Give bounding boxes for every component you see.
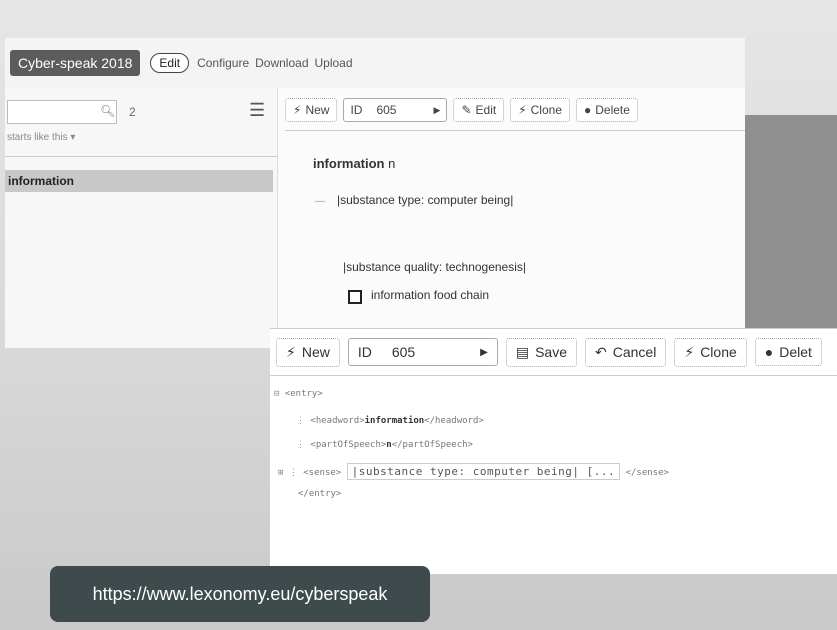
url-banner: https://www.lexonomy.eu/cyberspeak xyxy=(50,566,430,622)
sense-line: |substance type: computer being| xyxy=(337,193,514,207)
xml-tag: <headword> xyxy=(310,416,365,426)
clone-button[interactable]: ⚡︎ Clone xyxy=(510,98,570,122)
new-icon: ⚡︎ xyxy=(293,103,302,117)
configure-link[interactable]: Configure xyxy=(197,56,249,70)
top-navigation: Cyber-speak 2018 Edit Configure Download… xyxy=(5,38,745,88)
xml-tag: </entry> xyxy=(298,489,342,499)
edit-label: Edit xyxy=(475,103,497,117)
delete-icon: ● xyxy=(584,103,592,117)
edit-button[interactable]: ✎ Edit xyxy=(453,98,505,122)
new-label: New xyxy=(305,103,330,117)
sense-line: |substance quality: technogenesis| xyxy=(343,260,527,274)
toolbar-divider xyxy=(270,375,837,376)
xml-editor-panel: ⚡︎ New ID 605 ▶ ▤ Save ↶ Cancel ⚡︎ Clone ● De… xyxy=(270,328,837,574)
sense-line: information food chain xyxy=(371,288,490,302)
headword: information xyxy=(313,156,385,171)
xml-tag: <sense> xyxy=(303,468,342,478)
starts-like-dropdown[interactable]: starts like this ▾ xyxy=(7,132,75,143)
cancel-button[interactable]: ↶ Cancel xyxy=(585,337,667,367)
upload-link[interactable]: Upload xyxy=(315,56,353,70)
xml-tag: </partOfSpeech> xyxy=(391,440,473,450)
search-icon[interactable]: 🔍︎ xyxy=(100,104,115,118)
part-of-speech: n xyxy=(388,156,396,171)
clone-button[interactable]: ⚡︎ Clone xyxy=(674,337,747,367)
xml-entry-open[interactable]: ⊟ <entry> xyxy=(274,389,323,399)
headword-line: information n xyxy=(313,156,513,171)
delete-icon: ● xyxy=(764,344,774,360)
id-value: 605 xyxy=(376,103,397,117)
xml-tag: </headword> xyxy=(424,416,484,426)
cancel-icon: ↶ xyxy=(595,343,607,360)
id-value: 605 xyxy=(391,344,416,360)
go-arrow-icon[interactable]: ▶ xyxy=(434,105,441,116)
xml-pos-line[interactable]: ⋮ <partOfSpeech>n</partOfSpeech> xyxy=(296,440,473,450)
delete-label: Delet xyxy=(779,344,812,360)
entry-view-toolbar: ⚡︎ New ID 605 ▶ ✎ Edit ⚡︎ Clone ● Delete xyxy=(285,94,735,126)
xml-entry-close: </entry> xyxy=(298,489,341,499)
list-item[interactable]: information xyxy=(5,170,273,192)
xml-tag: </sense> xyxy=(625,468,669,478)
id-input[interactable]: ID 605 ▶ xyxy=(347,338,498,366)
entry-edit-toolbar: ⚡︎ New ID 605 ▶ ▤ Save ↶ Cancel ⚡︎ Clone ● De… xyxy=(270,329,837,375)
sense-bullet-icon: — xyxy=(315,196,325,207)
drag-handle-icon[interactable]: ⋮ xyxy=(289,468,298,478)
save-label: Save xyxy=(535,344,568,360)
xml-value[interactable]: information xyxy=(365,416,425,426)
clone-label: Clone xyxy=(700,344,737,360)
collapse-icon[interactable]: ⊟ xyxy=(274,389,279,399)
expand-icon[interactable]: ⊞ xyxy=(278,468,283,478)
drag-handle-icon[interactable]: ⋮ xyxy=(296,440,305,450)
delete-button[interactable]: ● Delet xyxy=(754,338,822,366)
clone-label: Clone xyxy=(530,103,562,117)
url-text: https://www.lexonomy.eu/cyberspeak xyxy=(92,583,388,604)
id-input[interactable]: ID 605 ▶ xyxy=(343,98,448,122)
xml-headword-line[interactable]: ⋮ <headword>information</headword> xyxy=(296,416,484,426)
xml-tag: <entry> xyxy=(284,389,323,399)
dictionary-title[interactable]: Cyber-speak 2018 xyxy=(10,50,141,76)
edit-tab[interactable]: Edit xyxy=(150,53,190,73)
new-label: New xyxy=(301,344,330,360)
square-icon xyxy=(348,290,362,304)
sidebar-divider xyxy=(5,156,277,157)
new-icon: ⚡︎ xyxy=(286,343,296,360)
new-button[interactable]: ⚡︎ New xyxy=(285,98,338,122)
starts-like-label: starts like this xyxy=(7,132,68,143)
save-button[interactable]: ▤ Save xyxy=(505,337,578,367)
lexonomy-window: Cyber-speak 2018 Edit Configure Download… xyxy=(5,38,745,348)
xml-sense-line[interactable]: ⊞ ⋮ <sense> |substance type: computer be… xyxy=(278,463,669,480)
entry-list-sidebar: 🔍︎ 2 ☰ starts like this ▾ information xyxy=(5,88,278,348)
clone-icon: ⚡︎ xyxy=(518,103,527,117)
result-count: 2 xyxy=(129,105,136,119)
save-icon: ▤ xyxy=(515,343,530,360)
clone-icon: ⚡︎ xyxy=(684,343,695,360)
xml-tag: <partOfSpeech> xyxy=(310,440,387,450)
sense-value-field[interactable]: |substance type: computer being| [... xyxy=(346,463,621,480)
search-input[interactable]: 🔍︎ xyxy=(7,100,117,124)
id-label: ID xyxy=(357,344,372,360)
list-view-icon[interactable]: ☰ xyxy=(249,100,265,121)
delete-button[interactable]: ● Delete xyxy=(576,98,638,122)
pencil-icon: ✎ xyxy=(461,103,472,117)
id-label: ID xyxy=(350,103,363,117)
download-link[interactable]: Download xyxy=(255,56,308,70)
drag-handle-icon[interactable]: ⋮ xyxy=(296,416,305,426)
new-button[interactable]: ⚡︎ New xyxy=(276,337,340,367)
delete-label: Delete xyxy=(595,103,630,117)
toolbar-divider xyxy=(285,130,745,131)
cancel-label: Cancel xyxy=(612,344,657,360)
go-arrow-icon[interactable]: ▶ xyxy=(480,347,488,358)
